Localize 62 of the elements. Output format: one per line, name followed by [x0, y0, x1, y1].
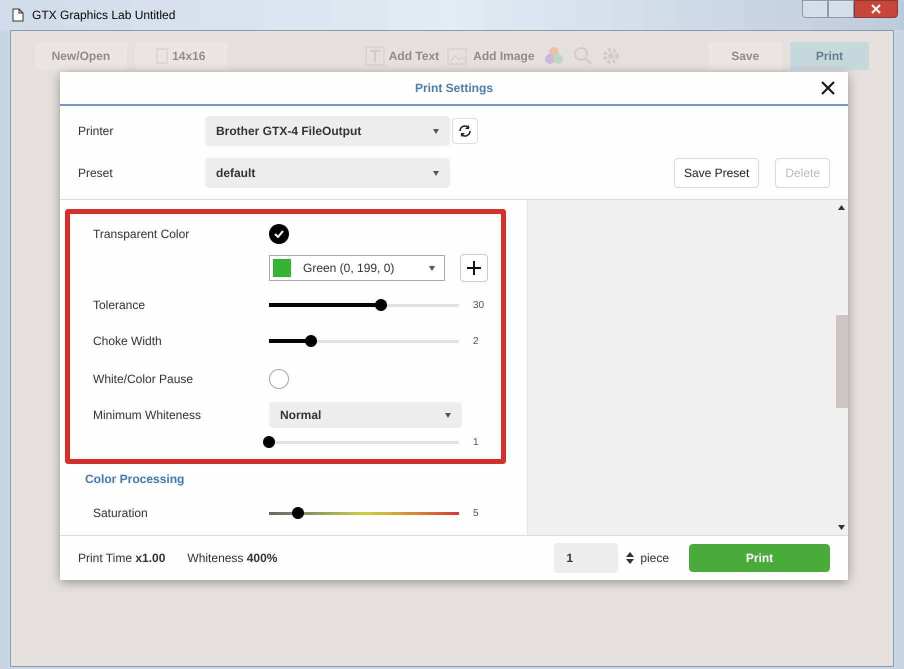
selected-value: default: [216, 165, 256, 182]
slider-thumb[interactable]: [375, 299, 388, 311]
field-label: Preset: [78, 165, 114, 182]
caret-icon: [429, 266, 435, 270]
refresh-button[interactable]: [452, 118, 478, 144]
quantity-field[interactable]: 1: [554, 543, 618, 573]
close-icon: [871, 4, 881, 14]
size-label: 14x16: [172, 48, 206, 65]
slider-thumb[interactable]: [304, 335, 317, 347]
dialog-title: Print Settings: [414, 80, 493, 97]
checkmark-icon: [274, 230, 284, 238]
scroll-up-icon[interactable]: [838, 205, 845, 210]
slider-value: 30: [473, 298, 484, 312]
preset-button[interactable]: Save Preset: [674, 158, 760, 188]
selected-value: Normal: [280, 407, 322, 424]
printer-dropdown[interactable]: Brother GTX-4 FileOutput: [205, 116, 450, 146]
slider-value: 2: [473, 334, 479, 348]
slider-thumb[interactable]: [292, 507, 304, 519]
caret-icon: [445, 412, 451, 418]
color-dropdown[interactable]: Green (0, 199, 0): [269, 255, 445, 281]
add-text-button[interactable]: Add Text: [364, 42, 440, 70]
refresh-icon: [457, 123, 473, 139]
new-open-button[interactable]: New/Open: [35, 42, 127, 70]
field-label: Printer: [78, 123, 114, 140]
text-icon: [364, 46, 385, 66]
scrollbar-thumb[interactable]: [836, 315, 848, 408]
close-button[interactable]: [854, 0, 898, 18]
slider-value: 5: [473, 506, 479, 520]
setting-label: Tolerance: [93, 298, 146, 312]
add-image-button[interactable]: Add Image: [447, 42, 535, 70]
close-button[interactable]: [820, 80, 836, 96]
setting-label: Choke Width: [93, 334, 162, 348]
whiteness-text: Whiteness 400%: [187, 550, 278, 567]
selected-value: Brother GTX-4 FileOutput: [216, 123, 362, 140]
slider-value: 1: [473, 436, 479, 450]
color-circles-icon[interactable]: [542, 45, 565, 67]
setting-label: Saturation: [93, 506, 148, 520]
print-button[interactable]: Print: [689, 544, 830, 572]
caret-icon: [433, 128, 439, 134]
section-heading: Color Processing: [85, 471, 186, 488]
checkbox[interactable]: [269, 224, 289, 244]
print-time-text: Print Time x1.00: [78, 550, 166, 567]
selected-value: Green (0, 199, 0): [303, 260, 396, 277]
setting-label: Minimum Whiteness: [93, 408, 202, 422]
scroll-down-icon[interactable]: [838, 525, 845, 530]
caret-icon: [433, 170, 439, 176]
checkbox[interactable]: [269, 369, 289, 389]
size-button[interactable]: 14x16: [134, 42, 227, 70]
save-button[interactable]: Save: [708, 42, 782, 70]
whiteness-dropdown[interactable]: Normal: [269, 402, 462, 428]
setting-label: Transparent Color: [93, 227, 190, 241]
unit-label: piece: [640, 550, 669, 567]
preset-dropdown[interactable]: default: [205, 158, 450, 188]
print-button[interactable]: Print: [790, 42, 869, 70]
scrollbar[interactable]: [835, 200, 848, 535]
setting-label: White/Color Pause: [93, 372, 194, 386]
add-color-button[interactable]: [460, 254, 488, 282]
slider-thumb[interactable]: [263, 436, 275, 448]
document-icon: [12, 8, 24, 22]
window-title: GTX Graphics Lab Untitled: [32, 7, 176, 24]
plus-icon: [466, 260, 482, 276]
stepper-icon: [626, 552, 634, 564]
